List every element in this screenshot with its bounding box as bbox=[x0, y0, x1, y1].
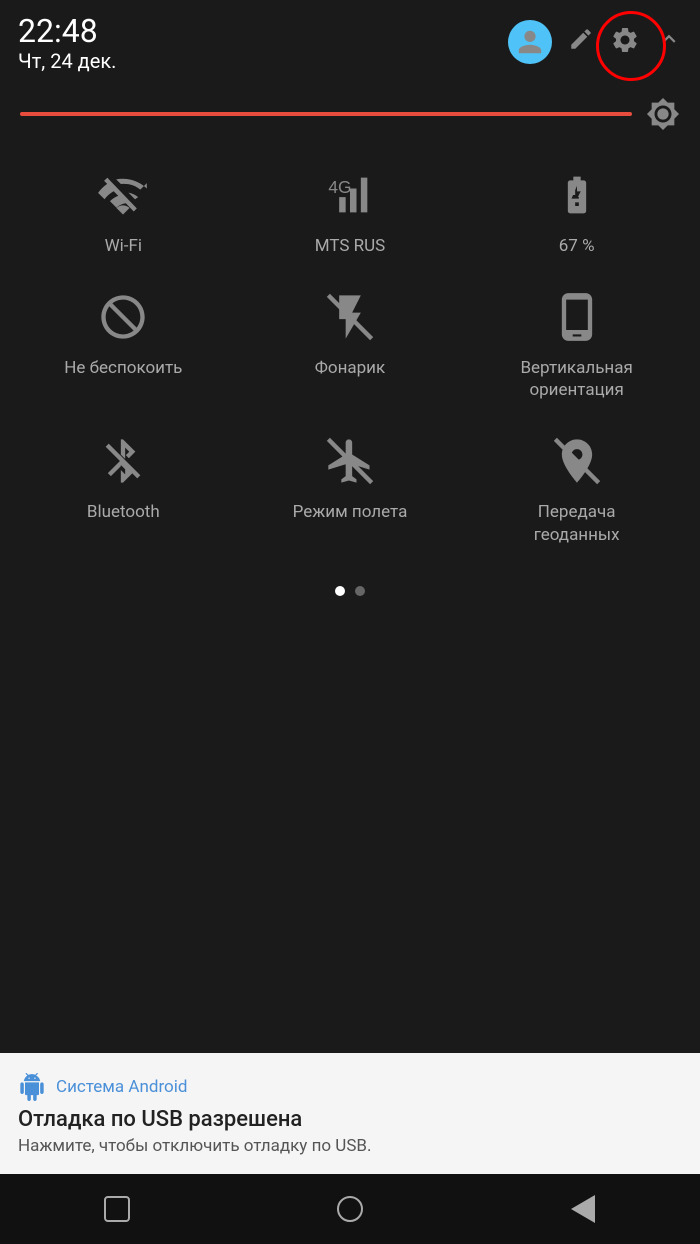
battery-charge-icon bbox=[547, 165, 607, 225]
nav-bar bbox=[0, 1174, 700, 1244]
recent-apps-button[interactable] bbox=[87, 1179, 147, 1239]
brightness-sun-icon bbox=[646, 97, 680, 131]
recent-apps-icon bbox=[104, 1196, 130, 1222]
edit-icon[interactable] bbox=[568, 26, 594, 59]
svg-text:4G: 4G bbox=[328, 177, 351, 197]
airplane-label: Режим полета bbox=[293, 501, 408, 523]
chevron-up-icon[interactable] bbox=[656, 26, 682, 59]
wifi-label: Wi-Fi bbox=[105, 235, 142, 257]
qs-tile-dnd[interactable]: Не беспокоить bbox=[33, 287, 213, 401]
airplane-off-icon bbox=[320, 431, 380, 491]
quick-settings-grid: Wi-Fi 4G MTS RUS 67 % bbox=[0, 145, 700, 575]
qs-row-2: Не беспокоить Фонарик Вертикальная ориен… bbox=[0, 277, 700, 421]
dnd-label: Не беспокоить bbox=[64, 357, 182, 379]
notification-header: Система Android bbox=[18, 1073, 682, 1101]
status-bar: 22:48 Чт, 24 дек. bbox=[0, 0, 700, 83]
qs-tile-airplane[interactable]: Режим полета bbox=[260, 431, 440, 545]
battery-label: 67 % bbox=[559, 235, 595, 257]
qs-tile-bluetooth[interactable]: Bluetooth bbox=[33, 431, 213, 545]
bluetooth-off-icon bbox=[93, 431, 153, 491]
notif-app-name: Система Android bbox=[56, 1077, 187, 1097]
home-icon bbox=[337, 1196, 363, 1222]
date: Чт, 24 дек. bbox=[18, 49, 116, 73]
time: 22:48 bbox=[18, 14, 116, 49]
qs-row-3: Bluetooth Режим полета Передача геоданны… bbox=[0, 421, 700, 565]
page-dots bbox=[0, 576, 700, 616]
notification-panel[interactable]: Система Android Отладка по USB разрешена… bbox=[0, 1053, 700, 1174]
qs-tile-battery[interactable]: 67 % bbox=[487, 165, 667, 257]
qs-tile-wifi[interactable]: Wi-Fi bbox=[33, 165, 213, 257]
page-dot-1 bbox=[335, 586, 345, 596]
settings-gear-container[interactable] bbox=[610, 25, 640, 59]
bluetooth-label: Bluetooth bbox=[87, 501, 160, 523]
location-label: Передача геоданных bbox=[534, 501, 620, 545]
brightness-track[interactable] bbox=[20, 112, 632, 116]
location-off-icon bbox=[547, 431, 607, 491]
android-icon bbox=[18, 1073, 46, 1101]
qs-tile-mts[interactable]: 4G MTS RUS bbox=[260, 165, 440, 257]
home-button[interactable] bbox=[320, 1179, 380, 1239]
notif-body: Нажмите, чтобы отключить отладку по USB. bbox=[18, 1136, 682, 1156]
flashlight-icon bbox=[320, 287, 380, 347]
avatar-icon[interactable] bbox=[508, 20, 552, 64]
dnd-icon bbox=[93, 287, 153, 347]
page-dot-2 bbox=[355, 586, 365, 596]
notif-title: Отладка по USB разрешена bbox=[18, 1107, 682, 1132]
qs-row-1: Wi-Fi 4G MTS RUS 67 % bbox=[0, 155, 700, 277]
rotation-label: Вертикальная ориентация bbox=[520, 357, 632, 401]
qs-tile-location[interactable]: Передача геоданных bbox=[487, 431, 667, 545]
status-time-date: 22:48 Чт, 24 дек. bbox=[18, 14, 116, 73]
qs-tile-flashlight[interactable]: Фонарик bbox=[260, 287, 440, 401]
back-icon bbox=[571, 1195, 595, 1223]
brightness-slider-row[interactable] bbox=[0, 83, 700, 145]
mts-label: MTS RUS bbox=[315, 235, 386, 257]
flashlight-label: Фонарик bbox=[315, 357, 385, 379]
status-icons bbox=[508, 14, 682, 64]
qs-tile-rotation[interactable]: Вертикальная ориентация bbox=[487, 287, 667, 401]
back-button[interactable] bbox=[553, 1179, 613, 1239]
signal-4g-icon: 4G bbox=[320, 165, 380, 225]
wifi-off-icon bbox=[93, 165, 153, 225]
rotation-icon bbox=[547, 287, 607, 347]
